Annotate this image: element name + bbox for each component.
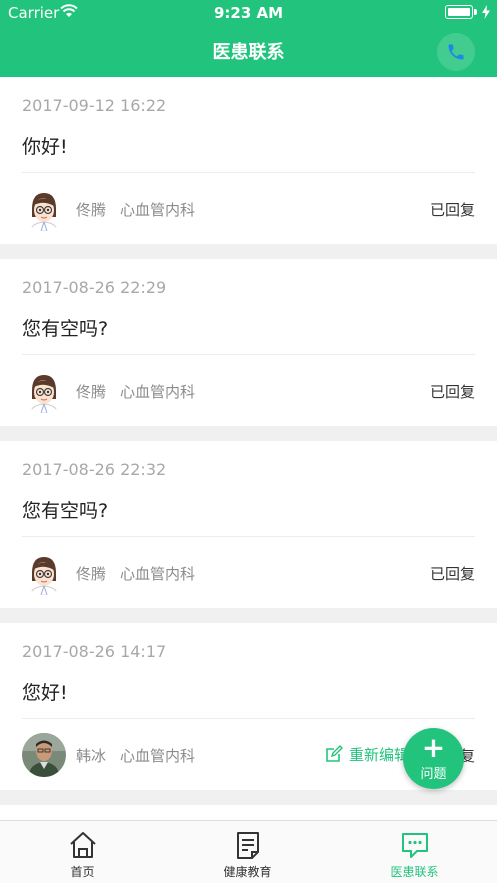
message-card[interactable]: 2017-08-26 22:29 您有空吗? 佟腾 心血管内科 已回复	[0, 259, 497, 426]
reply-status: 已回复	[429, 383, 475, 401]
chat-icon	[401, 833, 428, 858]
status-bar: Carrier 9:23 AM	[0, 0, 497, 26]
tab-label: 医患联系	[390, 865, 439, 879]
status-time: 9:23 AM	[213, 4, 284, 22]
doctor-department: 心血管内科	[120, 201, 196, 219]
tab-doctor-contact[interactable]: 医患联系	[332, 821, 497, 883]
message-time: 2017-08-26 22:29	[22, 278, 167, 297]
document-icon	[236, 832, 259, 859]
page-title: 医患联系	[212, 42, 285, 63]
doctor-avatar	[22, 551, 66, 595]
doctor-avatar-photo	[22, 733, 66, 777]
message-footer: 佟腾 心血管内科 已回复	[22, 183, 475, 233]
message-text: 您有空吗?	[22, 500, 109, 522]
divider	[22, 354, 475, 355]
re-edit-button[interactable]: 重新编辑	[325, 743, 409, 765]
message-footer: 佟腾 心血管内科 已回复	[22, 365, 475, 415]
doctor-avatar	[22, 187, 66, 231]
doctor-name: 佟腾	[76, 565, 107, 583]
phone-icon	[448, 44, 464, 60]
ask-question-button[interactable]: + 问题	[403, 728, 464, 789]
message-text: 您好!	[22, 682, 68, 704]
doctor-avatar	[22, 369, 66, 413]
doctor-department: 心血管内科	[120, 565, 196, 583]
ask-question-label: 问题	[420, 767, 447, 782]
call-button[interactable]	[437, 33, 475, 71]
message-text: 你好!	[22, 136, 68, 158]
message-time: 2017-08-26 14:17	[22, 642, 167, 661]
charging-icon	[482, 5, 490, 19]
divider	[22, 172, 475, 173]
tab-home[interactable]: 首页	[0, 821, 165, 883]
tab-bar: 首页 健康教育 医患联系	[0, 820, 497, 883]
app-header: Carrier 9:23 AM 医患联系	[0, 0, 497, 77]
divider	[22, 718, 475, 719]
re-edit-label: 重新编辑	[348, 745, 409, 764]
message-footer: 佟腾 心血管内科 已回复	[22, 547, 475, 597]
message-time: 2017-08-26 22:32	[22, 460, 167, 479]
doctor-department: 心血管内科	[120, 747, 196, 765]
message-card[interactable]: 2017-08-26 22:32 您有空吗? 佟腾 心血管内科 已回复	[0, 441, 497, 608]
tab-label: 健康教育	[223, 865, 272, 879]
home-icon	[69, 832, 96, 858]
battery-tip	[474, 9, 477, 15]
battery-icon	[445, 5, 473, 19]
doctor-name: 佟腾	[76, 383, 107, 401]
message-card[interactable]: 2017-09-12 16:22 你好! 佟腾 心血管内科 已回复	[0, 77, 497, 244]
reply-status: 已回复	[429, 201, 475, 219]
plus-icon: +	[421, 731, 446, 764]
message-time: 2017-09-12 16:22	[22, 96, 167, 115]
tab-label: 首页	[70, 865, 95, 879]
doctor-department: 心血管内科	[120, 383, 196, 401]
message-text: 您有空吗?	[22, 318, 109, 340]
divider	[22, 536, 475, 537]
doctor-name: 佟腾	[76, 201, 107, 219]
message-card[interactable]	[0, 805, 497, 820]
doctor-name: 韩冰	[76, 747, 107, 765]
edit-icon	[326, 745, 343, 762]
tab-health-education[interactable]: 健康教育	[165, 821, 330, 883]
reply-status: 已回复	[429, 565, 475, 583]
